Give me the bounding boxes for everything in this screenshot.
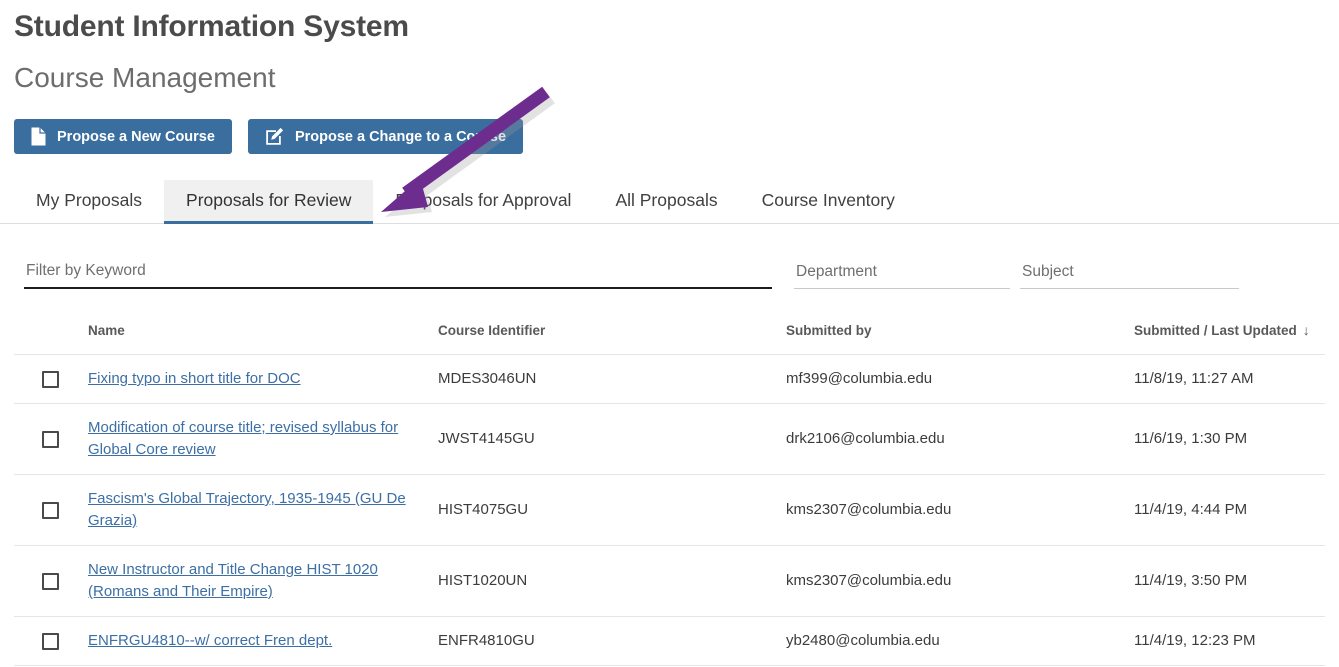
row-select-cell (14, 403, 88, 475)
row-submitted-by-cell: kms2307@columbia.edu (786, 474, 1134, 546)
row-select-cell (14, 354, 88, 404)
column-header-course-identifier[interactable]: Course Identifier (438, 322, 786, 355)
row-submitted-at-cell: 11/4/19, 4:44 PM (1134, 474, 1325, 546)
app-title: Student Information System (14, 10, 409, 43)
proposal-name-link[interactable]: ENFRGU4810--w/ correct Fren dept. (88, 630, 338, 652)
row-submitted-at-cell: 11/4/19, 12:23 PM (1134, 616, 1325, 666)
table-head: Name Course Identifier Submitted by Subm… (14, 322, 1325, 355)
sort-descending-icon[interactable]: ↓ (1297, 322, 1310, 338)
row-select-cell (14, 474, 88, 546)
table-header-row: Name Course Identifier Submitted by Subm… (14, 322, 1325, 355)
propose-new-course-label: Propose a New Course (57, 128, 215, 145)
row-submitted-at-cell: 11/4/19, 3:50 PM (1134, 545, 1325, 617)
row-name-cell: Fascism's Global Trajectory, 1935-1945 (… (88, 474, 438, 546)
proposal-name-link[interactable]: Fascism's Global Trajectory, 1935-1945 (… (88, 488, 438, 532)
tab-my-proposals[interactable]: My Proposals (14, 180, 164, 224)
row-checkbox[interactable] (42, 632, 59, 650)
row-checkbox[interactable] (42, 501, 59, 519)
edit-pencil-icon (265, 127, 284, 146)
tab-proposals-for-review[interactable]: Proposals for Review (164, 180, 374, 224)
table-body: Fixing typo in short title for DOC MDES3… (14, 354, 1325, 666)
row-identifier-cell: HIST4075GU (438, 474, 786, 546)
filter-bar (0, 261, 1339, 289)
row-checkbox[interactable] (42, 370, 59, 388)
row-submitted-by-cell: drk2106@columbia.edu (786, 403, 1134, 475)
tab-course-inventory[interactable]: Course Inventory (740, 180, 917, 224)
row-submitted-by-cell: kms2307@columbia.edu (786, 545, 1134, 617)
page-header: Student Information System Course Manage… (0, 0, 1339, 96)
row-submitted-by-cell: yb2480@columbia.edu (786, 616, 1134, 666)
row-select-cell (14, 616, 88, 666)
row-submitted-at-cell: 11/8/19, 11:27 AM (1134, 354, 1325, 404)
row-name-cell: Modification of course title; revised sy… (88, 403, 438, 475)
column-header-submitted-by[interactable]: Submitted by (786, 322, 1134, 355)
row-name-cell: New Instructor and Title Change HIST 102… (88, 545, 438, 617)
table-row[interactable]: Fixing typo in short title for DOC MDES3… (14, 354, 1325, 404)
column-header-name[interactable]: Name (88, 322, 438, 355)
search-input[interactable] (24, 261, 772, 287)
table-row[interactable]: ENFRGU4810--w/ correct Fren dept. ENFR48… (14, 616, 1325, 666)
table-row[interactable]: Fascism's Global Trajectory, 1935-1945 (… (14, 474, 1325, 546)
row-submitted-by-cell: mf399@columbia.edu (786, 354, 1134, 404)
action-toolbar: Propose a New Course Propose a Change to… (0, 119, 1339, 154)
tab-proposals-for-approval[interactable]: Proposals for Approval (373, 180, 593, 224)
keyword-field-wrap (24, 261, 772, 289)
table-row[interactable]: New Instructor and Title Change HIST 102… (14, 545, 1325, 617)
department-input[interactable] (794, 262, 1010, 288)
row-name-cell: Fixing typo in short title for DOC (88, 354, 438, 404)
row-checkbox[interactable] (42, 430, 59, 448)
course-management-page: Student Information System Course Manage… (0, 0, 1339, 667)
propose-change-to-course-label: Propose a Change to a Course (294, 128, 507, 145)
row-identifier-cell: MDES3046UN (438, 354, 786, 404)
row-checkbox[interactable] (42, 572, 59, 590)
row-identifier-cell: ENFR4810GU (438, 616, 786, 666)
column-header-submitted-last-updated[interactable]: Submitted / Last Updated ↓ (1134, 322, 1325, 355)
propose-new-course-button[interactable]: Propose a New Course (14, 119, 232, 154)
row-identifier-cell: JWST4145GU (438, 403, 786, 475)
table-row[interactable]: Modification of course title; revised sy… (14, 403, 1325, 475)
proposal-name-link[interactable]: Fixing typo in short title for DOC (88, 368, 307, 390)
subject-input[interactable] (1020, 262, 1239, 288)
subject-field-wrap (1020, 262, 1239, 289)
row-select-cell (14, 545, 88, 617)
row-identifier-cell: HIST1020UN (438, 545, 786, 617)
proposal-name-link[interactable]: New Instructor and Title Change HIST 102… (88, 559, 438, 603)
department-field-wrap (794, 262, 1010, 289)
row-submitted-at-cell: 11/6/19, 1:30 PM (1134, 403, 1325, 475)
tab-all-proposals[interactable]: All Proposals (593, 180, 739, 224)
proposals-table: Name Course Identifier Submitted by Subm… (14, 322, 1325, 666)
column-header-submitted-last-updated-label: Submitted / Last Updated (1134, 323, 1297, 338)
proposal-name-link[interactable]: Modification of course title; revised sy… (88, 417, 438, 461)
select-all-header (14, 322, 88, 355)
row-name-cell: ENFRGU4810--w/ correct Fren dept. (88, 616, 438, 666)
document-icon (31, 127, 46, 146)
proposal-tabs: My Proposals Proposals for Review Propos… (0, 180, 1339, 224)
page-title: Course Management (14, 62, 276, 93)
propose-change-to-course-button[interactable]: Propose a Change to a Course (247, 119, 524, 154)
